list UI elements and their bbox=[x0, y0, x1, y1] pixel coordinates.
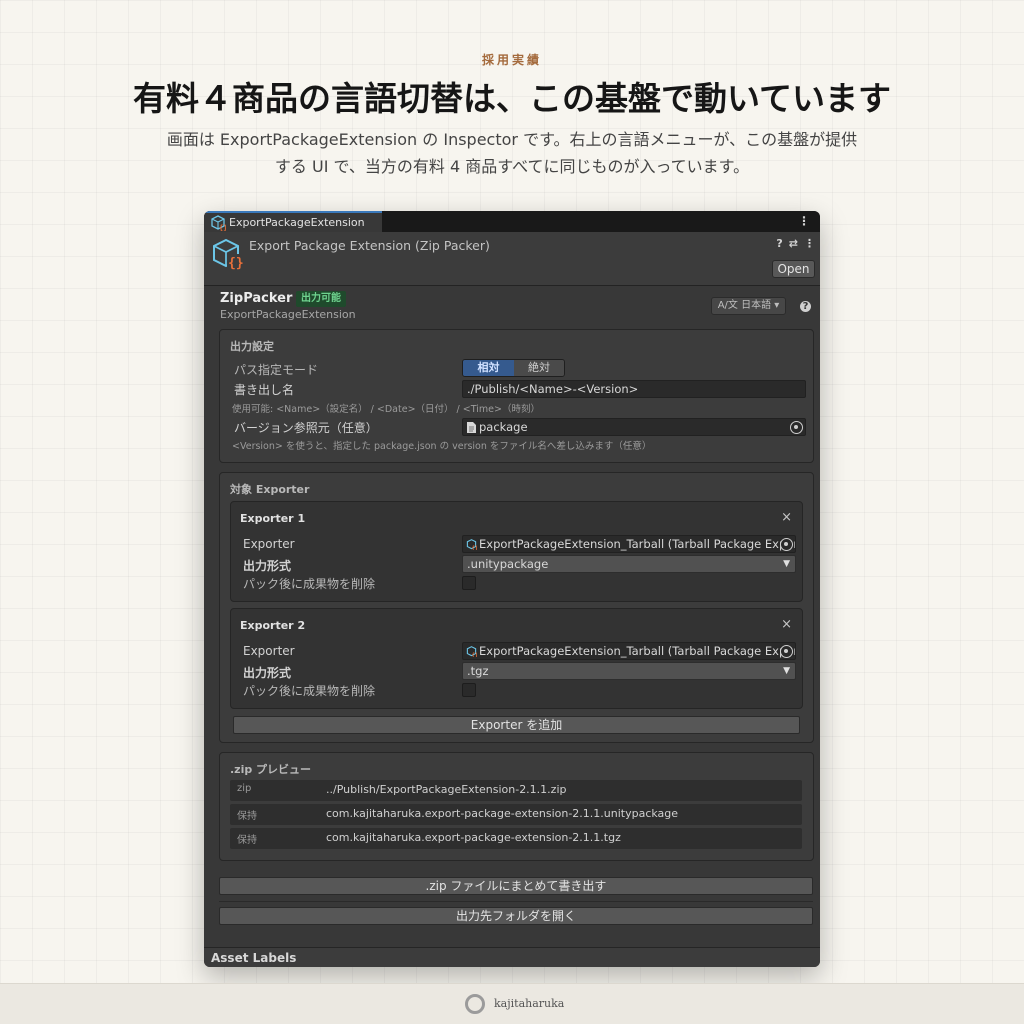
version-source-label: バージョン参照元（任意） bbox=[234, 421, 378, 435]
open-button[interactable]: Open bbox=[772, 260, 815, 278]
more-icon[interactable]: ⋮ bbox=[804, 237, 815, 250]
exporter-value: ExportPackageExtension_Tarball (Tarball … bbox=[479, 644, 796, 658]
format-value: .tgz bbox=[467, 664, 489, 678]
format-dropdown[interactable]: .unitypackage ▼ bbox=[462, 555, 796, 573]
format-value: .unitypackage bbox=[467, 557, 549, 571]
chevron-down-icon: ▼ bbox=[783, 666, 790, 676]
exporter-value: ExportPackageExtension_Tarball (Tarball … bbox=[479, 537, 796, 551]
close-icon[interactable]: × bbox=[781, 510, 792, 525]
language-select[interactable]: A/文 日本語 ▾ bbox=[711, 297, 786, 315]
svg-text:{}: {} bbox=[219, 224, 226, 231]
version-note: <Version> を使うと、指定した package.json の versi… bbox=[232, 441, 652, 452]
path-mode-absolute[interactable]: 絶対 bbox=[514, 360, 564, 376]
status-badge: 出力可能 bbox=[296, 291, 346, 307]
inspector-header: {} Export Package Extension (Zip Packer)… bbox=[204, 232, 820, 286]
exporters-section: 対象 Exporter Exporter 1 × Exporter {} Exp… bbox=[219, 472, 814, 743]
eyebrow: 採用実績 bbox=[481, 53, 542, 67]
preview-kind: 保持 bbox=[237, 835, 257, 846]
filename-note: 使用可能: <Name>（設定名） / <Date>（日付） / <Time>（… bbox=[232, 404, 540, 415]
asset-labels-bar[interactable]: Asset Labels bbox=[204, 947, 820, 967]
object-picker-icon[interactable] bbox=[780, 538, 793, 551]
add-exporter-button[interactable]: Exporter を追加 bbox=[233, 716, 800, 734]
tab-menu-icon[interactable]: ⋮ bbox=[798, 214, 810, 228]
filename-label: 書き出し名 bbox=[234, 383, 295, 397]
open-output-folder-button[interactable]: 出力先フォルダを開く bbox=[219, 907, 813, 925]
path-mode-relative[interactable]: 相対 bbox=[463, 360, 514, 376]
preview-value: com.kajitaharuka.export-package-extensio… bbox=[326, 807, 679, 820]
exporter-field[interactable]: {} ExportPackageExtension_Tarball (Tarba… bbox=[462, 642, 796, 660]
headline: 有料４商品の言語切替は、この基盤で動いています bbox=[132, 79, 891, 118]
exporter-field[interactable]: {} ExportPackageExtension_Tarball (Tarba… bbox=[462, 535, 796, 553]
brand-logo-icon bbox=[465, 994, 485, 1014]
preview-row: 保持 com.kajitaharuka.export-package-exten… bbox=[230, 804, 802, 825]
tab-label: ExportPackageExtension bbox=[229, 216, 365, 229]
preview-value: com.kajitaharuka.export-package-extensio… bbox=[326, 831, 621, 844]
lead-text: 画面は ExportPackageExtension の Inspector で… bbox=[166, 130, 858, 176]
delete-after-pack-checkbox[interactable] bbox=[462, 683, 476, 697]
svg-text:{}: {} bbox=[472, 652, 478, 657]
footer-brand: kajitaharuka bbox=[494, 997, 565, 1010]
package-icon: {} bbox=[466, 646, 477, 657]
version-source-value: package bbox=[479, 420, 528, 434]
delete-after-pack-checkbox[interactable] bbox=[462, 576, 476, 590]
format-label: 出力形式 bbox=[243, 559, 292, 573]
header-tools: ? ⇄ ⋮ bbox=[776, 237, 815, 250]
help-icon[interactable]: ? bbox=[776, 237, 782, 250]
output-settings-section: 出力設定 パス指定モード 相対 絶対 書き出し名 ./Publish/<Name… bbox=[219, 329, 814, 463]
path-mode-toggle[interactable]: 相対 絶対 bbox=[462, 359, 565, 377]
export-zip-button[interactable]: .zip ファイルにまとめて書き出す bbox=[219, 877, 813, 895]
filename-field[interactable]: ./Publish/<Name>-<Version> bbox=[462, 380, 806, 398]
exporter-card-2: Exporter 2 × Exporter {} ExportPackageEx… bbox=[230, 608, 803, 709]
preview-kind: zip bbox=[237, 783, 252, 794]
component-help-icon[interactable]: ? bbox=[800, 301, 811, 312]
section-title: 出力設定 bbox=[230, 340, 274, 353]
exporter-title: Exporter 2 bbox=[240, 619, 306, 632]
preview-row: zip ../Publish/ExportPackageExtension-2.… bbox=[230, 780, 802, 801]
divider bbox=[219, 901, 813, 902]
preview-row: 保持 com.kajitaharuka.export-package-exten… bbox=[230, 828, 802, 849]
preset-icon[interactable]: ⇄ bbox=[789, 237, 798, 250]
exporter-card-1: Exporter 1 × Exporter {} ExportPackageEx… bbox=[230, 501, 803, 602]
preview-kind: 保持 bbox=[237, 811, 257, 822]
format-label: 出力形式 bbox=[243, 666, 292, 680]
section-title: .zip プレビュー bbox=[230, 763, 312, 776]
package-icon: {} bbox=[466, 539, 477, 550]
tab-inspector[interactable]: {} ExportPackageExtension bbox=[204, 211, 382, 232]
footer: kajitaharuka bbox=[0, 983, 1024, 1024]
preview-value: ../Publish/ExportPackageExtension-2.1.1.… bbox=[326, 783, 567, 796]
path-mode-label: パス指定モード bbox=[234, 363, 319, 377]
object-picker-icon[interactable] bbox=[790, 421, 803, 434]
file-icon bbox=[467, 422, 476, 433]
zip-preview-section: .zip プレビュー zip ../Publish/ExportPackageE… bbox=[219, 752, 814, 861]
version-source-field[interactable]: package bbox=[462, 418, 806, 436]
inspector-title: Export Package Extension (Zip Packer) bbox=[249, 238, 490, 253]
package-icon: {} bbox=[211, 214, 226, 231]
object-picker-icon[interactable] bbox=[780, 645, 793, 658]
delete-after-pack-label: パック後に成果物を削除 bbox=[243, 577, 376, 591]
section-title: 対象 Exporter bbox=[230, 483, 310, 496]
close-icon[interactable]: × bbox=[781, 617, 792, 632]
inspector-window: {} ExportPackageExtension ⋮ {} Export Pa… bbox=[204, 211, 820, 967]
exporter-title: Exporter 1 bbox=[240, 512, 306, 525]
component-subtitle: ExportPackageExtension bbox=[220, 308, 356, 321]
chevron-down-icon: ▼ bbox=[783, 559, 790, 569]
component-title: ZipPacker bbox=[220, 291, 293, 306]
tab-bar: {} ExportPackageExtension ⋮ bbox=[204, 211, 820, 232]
svg-text:{}: {} bbox=[472, 545, 478, 550]
exporter-label: Exporter bbox=[243, 644, 295, 658]
format-dropdown[interactable]: .tgz ▼ bbox=[462, 662, 796, 680]
svg-text:{}: {} bbox=[228, 256, 244, 270]
delete-after-pack-label: パック後に成果物を削除 bbox=[243, 684, 376, 698]
zip-packer-icon: {} bbox=[213, 238, 244, 270]
exporter-label: Exporter bbox=[243, 537, 295, 551]
